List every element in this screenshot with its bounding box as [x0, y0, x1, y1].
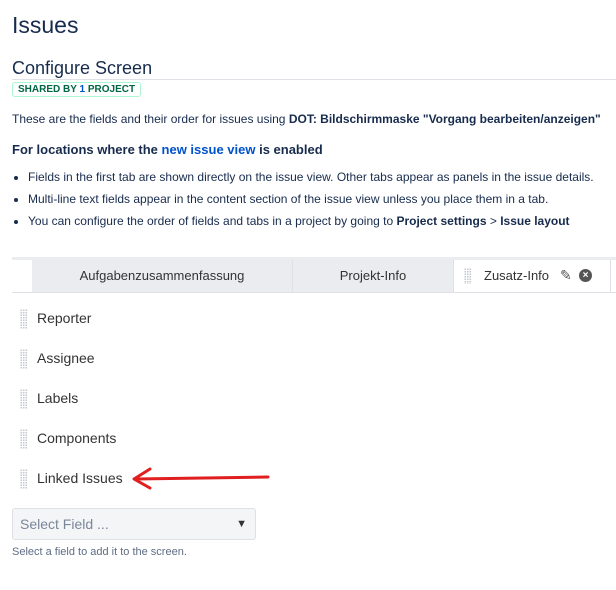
new-issue-view-link[interactable]: new issue view — [162, 142, 256, 157]
info-list: Fields in the first tab are shown direct… — [12, 166, 614, 232]
locations-heading: For locations where the new issue view i… — [12, 142, 323, 157]
divider — [12, 79, 616, 80]
list-item: Multi-line text fields appear in the con… — [28, 188, 614, 210]
pencil-icon[interactable]: ✎ — [560, 259, 572, 291]
drag-handle-icon[interactable] — [20, 429, 27, 449]
list-item: You can configure the order of fields an… — [28, 210, 614, 232]
drag-handle-icon[interactable] — [20, 469, 27, 489]
chevron-down-icon: ▼ — [236, 518, 247, 530]
shared-badge[interactable]: SHARED BY 1 PROJECT — [12, 82, 142, 97]
close-icon[interactable]: × — [579, 269, 592, 282]
list-item: Fields in the first tab are shown direct… — [28, 166, 614, 188]
red-arrow-annotation — [132, 467, 270, 490]
tab-zusatz-info[interactable]: Zusatz-Info ✎ × — [454, 260, 611, 292]
intro-text: These are the fields and their order for… — [12, 112, 601, 126]
drag-handle-icon[interactable] — [464, 268, 471, 284]
page-title: Issues — [12, 12, 79, 38]
drag-handle-icon[interactable] — [20, 309, 27, 329]
tab-aufgabenzusammenfassung[interactable]: Aufgabenzusammenfassung — [32, 260, 293, 292]
drag-handle-icon[interactable] — [20, 389, 27, 409]
tab-projekt-info[interactable]: Projekt-Info — [293, 260, 454, 292]
select-help-text: Select a field to add it to the screen. — [12, 546, 187, 558]
screen-name: DOT: Bildschirmmaske "Vorgang bearbeiten… — [288, 112, 601, 126]
section-title: Configure Screen — [12, 58, 153, 78]
screen-tabs: Aufgabenzusammenfassung Projekt-Info Zus… — [12, 257, 616, 293]
select-field-dropdown[interactable]: Select Field ... ▼ — [12, 508, 256, 540]
drag-handle-icon[interactable] — [20, 349, 27, 369]
